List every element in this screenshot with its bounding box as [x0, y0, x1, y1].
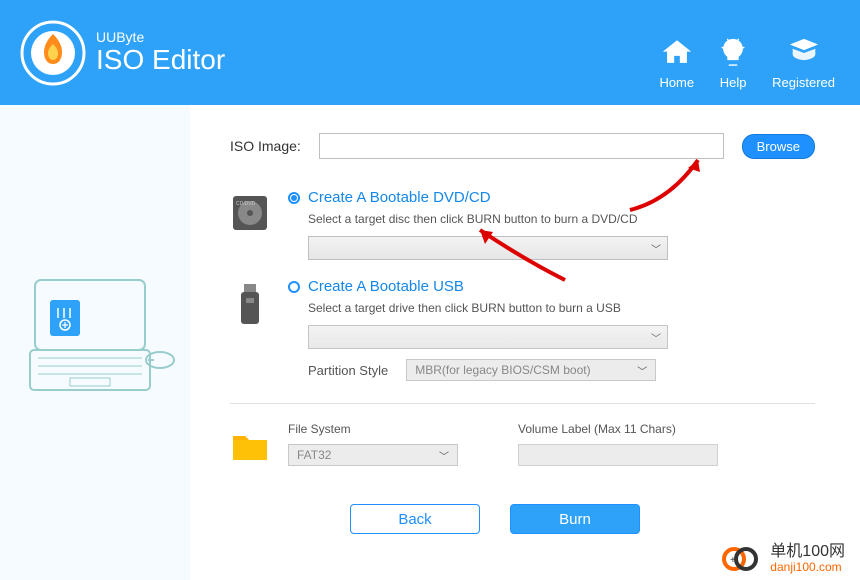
nav-registered[interactable]: Registered [772, 36, 835, 90]
volume-label-input[interactable] [518, 444, 718, 466]
browse-button[interactable]: Browse [742, 134, 815, 159]
registered-icon [787, 36, 821, 70]
nav-home-label: Home [659, 75, 694, 90]
dvd-radio[interactable] [288, 192, 300, 204]
file-system-select[interactable]: FAT32 ﹀ [288, 444, 458, 466]
usb-option-desc: Select a target drive then click BURN bu… [308, 301, 815, 315]
divider [230, 403, 815, 404]
usb-option-title: Create A Bootable USB [308, 278, 464, 295]
file-system-value: FAT32 [297, 448, 331, 462]
watermark-cn: 单机100网 [770, 544, 845, 561]
partition-style-label: Partition Style [308, 363, 388, 378]
brand-label: UUByte [96, 30, 225, 45]
partition-style-select[interactable]: MBR(for legacy BIOS/CSM boot) ﹀ [406, 359, 656, 381]
nav-registered-label: Registered [772, 75, 835, 90]
dvd-option-title: Create A Bootable DVD/CD [308, 189, 491, 206]
usb-drive-select[interactable]: ﹀ [308, 325, 668, 349]
nav-help[interactable]: Help [716, 36, 750, 90]
chevron-down-icon: ﹀ [651, 330, 661, 345]
disc-icon: CD/DVD [230, 189, 270, 260]
volume-label-label: Volume Label (Max 11 Chars) [518, 422, 718, 436]
help-icon [716, 36, 750, 70]
watermark-icon: + [722, 544, 762, 574]
app-title: ISO Editor [96, 45, 225, 74]
usb-icon [230, 278, 270, 381]
dvd-drive-select[interactable]: ﹀ [308, 236, 668, 260]
chevron-down-icon: ﹀ [651, 241, 661, 256]
file-system-label: File System [288, 422, 458, 436]
chevron-down-icon: ﹀ [637, 363, 647, 378]
iso-image-label: ISO Image: [230, 138, 301, 154]
svg-text:+: + [730, 555, 736, 566]
laptop-illustration [10, 250, 180, 435]
app-logo-icon [20, 20, 86, 86]
nav-help-label: Help [720, 75, 747, 90]
sidebar [0, 105, 190, 580]
folder-icon [230, 422, 270, 462]
chevron-down-icon: ﹀ [439, 448, 449, 463]
watermark-domain: danji100.com [770, 561, 845, 574]
nav-home[interactable]: Home [659, 36, 694, 90]
back-button[interactable]: Back [350, 504, 480, 534]
svg-text:CD/DVD: CD/DVD [236, 201, 256, 207]
home-icon [660, 36, 694, 70]
usb-radio[interactable] [288, 281, 300, 293]
iso-image-input[interactable] [319, 133, 724, 159]
partition-style-value: MBR(for legacy BIOS/CSM boot) [415, 363, 590, 377]
watermark: + 单机100网 danji100.com [722, 544, 845, 574]
burn-button[interactable]: Burn [510, 504, 640, 534]
dvd-option-desc: Select a target disc then click BURN but… [308, 212, 815, 226]
